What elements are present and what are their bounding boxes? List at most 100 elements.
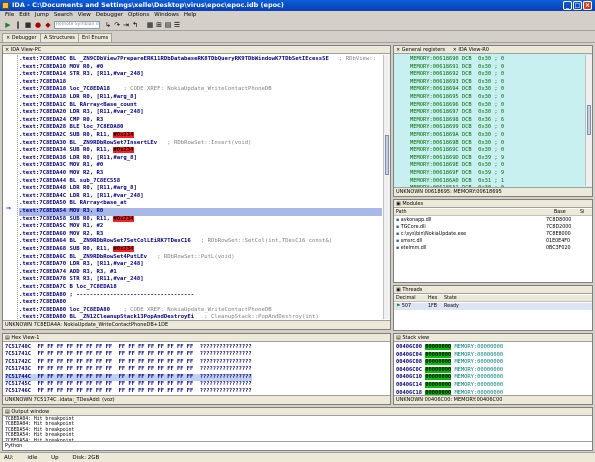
code-line[interactable]: .text:7C8EDA7C B loc_7C8EDA18 bbox=[19, 284, 382, 292]
memory-line[interactable]: MEMORY:00618696 DCB 0x30 ; 0 bbox=[410, 102, 504, 110]
col-state[interactable]: State bbox=[444, 295, 457, 302]
stack-line[interactable]: 00406C0C 00000000 MEMORY:00000000 bbox=[396, 366, 503, 375]
code-line[interactable]: .text:7C8EDA14 STR R3, [R11,#var_248] bbox=[19, 71, 382, 79]
code-line[interactable]: .text:7C8EDA18 bbox=[19, 79, 382, 87]
memory-line[interactable]: MEMORY:00618695 DCB 0x30 ; 0 bbox=[410, 94, 504, 102]
module-row[interactable]: ▪ avkonapp.dll 7C8D8000 bbox=[394, 217, 592, 224]
code-line[interactable]: .text:7C8EDA34 SUB R0, R11, #0x234 bbox=[19, 147, 382, 155]
col-base[interactable]: Base bbox=[554, 209, 566, 216]
code-line[interactable]: .text:7C8EDA3C MOV R1, #0 bbox=[19, 162, 382, 170]
code-line[interactable]: .text:7C8EDA50 BL RArray<base_at bbox=[19, 200, 382, 208]
memory-line[interactable]: MEMORY:00618690 DCB 0x30 ; 0 bbox=[410, 56, 504, 64]
code-line[interactable]: .text:7C8EDA18 LDR R0, [R11,#arg_8] bbox=[19, 94, 382, 102]
scroll-thumb[interactable] bbox=[587, 105, 591, 135]
code-line[interactable]: .text:7C8EDA6C BL _ZN9RDbRowSet4PutLEv ;… bbox=[19, 254, 382, 262]
stop-icon[interactable]: ■ bbox=[24, 21, 32, 29]
step-over-icon[interactable]: ↷ bbox=[113, 21, 121, 29]
code-line[interactable]: .text:7C8EDA80 loc_7C8EDA80 ; CODE XREF:… bbox=[19, 307, 382, 315]
module-row[interactable]: ▪ smsrc.dll 01E0E4F0 bbox=[394, 238, 592, 245]
col-decimal[interactable]: Decimal bbox=[396, 296, 416, 301]
code-line[interactable]: .text:7C8EDA68 SUB R0, R11, #0x234 bbox=[19, 246, 382, 254]
memory-line[interactable]: MEMORY:00618691 DCB 0x30 ; 0 bbox=[410, 64, 504, 72]
list-icon[interactable]: ☰ bbox=[173, 21, 181, 29]
code-line[interactable]: .text:7C8EDA74 ADD R3, R3, #1 bbox=[19, 269, 382, 277]
memory-line[interactable]: MEMORY:0061869C DCB 0x30 ; 0 bbox=[410, 147, 504, 155]
code-line[interactable]: .text:7C8EDA58 SUB R0, R11, #0x234 bbox=[19, 215, 382, 224]
breakpoint-icon[interactable]: ● bbox=[34, 21, 42, 29]
hex-line[interactable]: 7C51744C FF FF FF FF FF FF FF FF FF FF F… bbox=[5, 373, 252, 381]
stack-line[interactable]: 00406C14 00000000 MEMORY:00000000 bbox=[396, 382, 503, 390]
close-button[interactable]: × bbox=[583, 1, 592, 10]
code-line[interactable]: .text:7C8EDA48 LDR R0, [R11,#arg_8] bbox=[19, 185, 382, 193]
menu-item-debugger[interactable]: Debugger bbox=[96, 12, 123, 18]
stack-line[interactable]: 00406C08 00000000 MEMORY:00000000 bbox=[396, 359, 503, 367]
code-line[interactable]: .text:7C8EDA60 MOV R2, R3 bbox=[19, 231, 382, 239]
code-line[interactable]: .text:7C8EDA24 CMP R0, R3 bbox=[19, 117, 382, 125]
tab-general-registers[interactable]: General registers bbox=[402, 47, 445, 53]
code-line[interactable]: .text:7C8EDA80 bbox=[19, 299, 382, 307]
memory-line[interactable]: MEMORY:0061869B DCB 0x30 ; 0 bbox=[410, 140, 504, 148]
tab-enums[interactable]: Enl Enums bbox=[78, 33, 113, 42]
code-line[interactable]: .text:7C8EDA30 BL _ZN9RDbRowSet7InsertLE… bbox=[19, 140, 382, 148]
tab-ida-view-r0[interactable]: IDA View-R0 bbox=[458, 47, 489, 53]
memory-icon[interactable]: ▤ bbox=[164, 21, 172, 29]
memory-line[interactable]: MEMORY:00618699 DCB 0x30 ; 0 bbox=[410, 124, 504, 132]
menu-item-file[interactable]: File bbox=[5, 12, 14, 18]
memory-line[interactable]: MEMORY:0061869D DCB 0x39 ; 9 bbox=[410, 155, 504, 163]
memory-line[interactable]: MEMORY:0061869F DCB 0x39 ; 9 bbox=[410, 170, 504, 178]
code-line[interactable]: .text:7C8EDA28 BLE loc_7C8EDA80 bbox=[19, 124, 382, 132]
menu-item-options[interactable]: Options bbox=[128, 12, 149, 18]
memory-line[interactable]: MEMORY:0061869E DCB 0x30 ; 0 bbox=[410, 162, 504, 170]
stack-line[interactable]: 00406C00 00000000 MEMORY:00000000 bbox=[396, 344, 503, 352]
code-line[interactable]: .text:7C8EDA20 LDR R3, [R11,#var_248] bbox=[19, 109, 382, 117]
detach-icon[interactable]: ◆ bbox=[44, 21, 52, 29]
menu-item-windows[interactable]: Windows bbox=[154, 12, 179, 18]
module-row[interactable]: ▪ TGCore.dll 7C8D2000 bbox=[394, 224, 592, 231]
code-line[interactable]: .text:7C8EDA5C MOV R1, #2 bbox=[19, 223, 382, 231]
col-path[interactable]: Path bbox=[396, 210, 407, 215]
menu-item-help[interactable]: Help bbox=[184, 12, 197, 18]
menu-item-search[interactable]: Search bbox=[54, 12, 73, 18]
stack-line[interactable]: 00406C04 00000000 MEMORY:00000000 bbox=[396, 351, 503, 360]
thread-row[interactable]: ⚑ 507 1FB Ready bbox=[394, 303, 592, 310]
registers-scrollbar[interactable] bbox=[585, 55, 592, 186]
code-line[interactable]: .text:7C8EDA18 loc_7C8EDA18 ; CODE XREF:… bbox=[19, 86, 382, 94]
scroll-thumb[interactable] bbox=[385, 135, 389, 175]
memory-line[interactable]: MEMORY:00618693 DCB 0x30 ; 0 bbox=[410, 79, 504, 87]
step-into-icon[interactable]: ↳ bbox=[104, 21, 112, 29]
ida-view-scrollbar[interactable] bbox=[383, 55, 390, 319]
minimize-button[interactable]: _ bbox=[563, 1, 572, 10]
memory-line[interactable]: MEMORY:00618694 DCB 0x30 ; 0 bbox=[410, 86, 504, 94]
pause-icon[interactable]: ‖ bbox=[14, 21, 22, 29]
step-out-icon[interactable]: ↰ bbox=[131, 21, 139, 29]
code-line[interactable]: .text:7C8EDA4C LDR R1, [R11,#var_248] bbox=[19, 193, 382, 201]
memory-line[interactable]: MEMORY:0061869A DCB 0x30 ; 0 bbox=[410, 132, 504, 140]
memory-line[interactable]: MEMORY:00618697 DCB 0x30 ; 0 bbox=[410, 109, 504, 117]
code-line[interactable]: .text:7C8EDA70 LDR R3, [R11,#var_248] bbox=[19, 261, 382, 269]
code-line[interactable]: .text:7C8EDA0C BL _ZN9CDbView7PrepareERK… bbox=[19, 56, 382, 64]
run-icon[interactable]: ▶ bbox=[4, 21, 12, 29]
stack-line[interactable]: 00406C10 00000000 MEMORY:00000000 bbox=[396, 374, 503, 382]
col-hex[interactable]: Hex bbox=[428, 295, 437, 302]
tab-structures[interactable]: A Structures bbox=[40, 33, 79, 42]
debugger-select[interactable]: Remote Symbian debugger bbox=[54, 21, 100, 29]
python-input[interactable]: Python bbox=[3, 441, 592, 450]
memory-line[interactable]: MEMORY:00618698 DCB 0x36 ; 6 bbox=[410, 117, 504, 125]
hex-line[interactable]: 7C51745C FF FF FF FF FF FF FF FF FF FF F… bbox=[5, 381, 252, 388]
code-line[interactable]: .text:7C8EDA40 MOV R2, R3 bbox=[19, 170, 382, 178]
module-row[interactable]: ▪ c:\sys\bin\NokiaUpdate.exe 7C8E8000 bbox=[394, 231, 592, 238]
maximize-button[interactable]: □ bbox=[573, 1, 582, 10]
run-to-cursor-icon[interactable]: ⇥ bbox=[122, 21, 130, 29]
hex-line[interactable]: 7C51742C FF FF FF FF FF FF FF FF FF FF F… bbox=[5, 359, 252, 366]
memory-line[interactable]: MEMORY:006186A0 DCB 0x31 ; 1 bbox=[410, 178, 504, 186]
code-line[interactable]: .text:7C8EDA64 BL _ZN9RDbRowSet7SetColLE… bbox=[19, 238, 382, 246]
code-line[interactable]: .text:7C8EDA1C BL RArray<Base_count bbox=[19, 102, 382, 110]
col-size[interactable]: Si bbox=[580, 209, 584, 216]
menu-item-view[interactable]: View bbox=[78, 12, 91, 18]
tab-debugger[interactable]: × Debugger bbox=[2, 33, 41, 42]
code-line[interactable]: .text:7C8EDA38 LDR R0, [R11,#arg_8] bbox=[19, 155, 382, 163]
code-line[interactable]: .text:7C8EDA10 MOV R0, #0 bbox=[19, 64, 382, 72]
code-line[interactable]: .text:7C8EDA54 MOV R3, R0 bbox=[19, 208, 382, 216]
hex-line[interactable]: 7C51741C FF FF FF FF FF FF FF FF FF FF F… bbox=[5, 351, 252, 358]
menu-item-edit[interactable]: Edit bbox=[19, 12, 30, 18]
